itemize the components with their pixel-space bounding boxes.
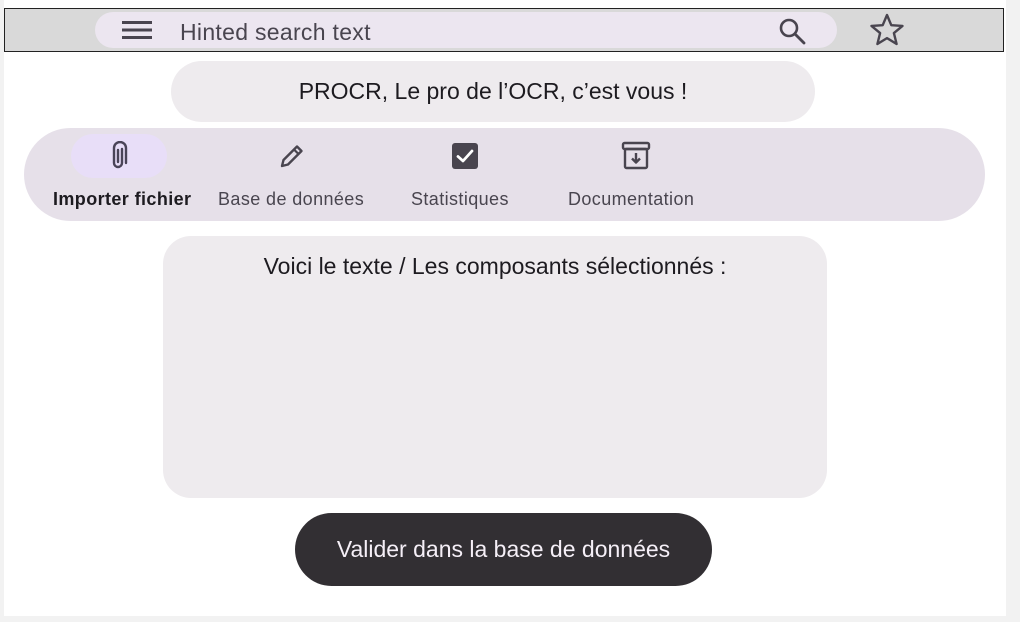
star-icon[interactable] <box>869 12 905 48</box>
nav-icon-container <box>417 134 513 178</box>
nav-active-indicator <box>71 134 167 178</box>
paperclip-icon <box>112 141 128 169</box>
nav-label-importer-fichier: Importer fichier <box>53 189 192 209</box>
app-title: PROCR, Le pro de l’OCR, c’est vous ! <box>171 61 815 122</box>
checkbox-icon <box>452 143 478 169</box>
nav-item-importer-fichier[interactable]: Importer fichier <box>24 128 214 221</box>
validate-button[interactable]: Valider dans la base de données <box>295 513 712 586</box>
top-app-bar: Hinted search text <box>4 8 1004 52</box>
nav-label-base-de-donnees: Base de données <box>218 189 365 209</box>
search-input[interactable]: Hinted search text <box>180 19 371 46</box>
selected-text-panel[interactable]: Voici le texte / Les composants sélectio… <box>163 236 827 498</box>
search-bar[interactable]: Hinted search text <box>95 12 837 48</box>
panel-heading: Voici le texte / Les composants sélectio… <box>263 253 727 279</box>
menu-icon[interactable] <box>122 20 152 40</box>
nav-icon-container <box>588 134 684 178</box>
pencil-icon <box>280 145 303 168</box>
nav-item-statistiques[interactable]: Statistiques <box>394 128 544 221</box>
nav-label-documentation: Documentation <box>568 189 695 209</box>
nav-item-documentation[interactable]: Documentation <box>554 128 724 221</box>
nav-item-base-de-donnees[interactable]: Base de données <box>214 128 384 221</box>
search-icon[interactable] <box>778 17 806 45</box>
archive-icon <box>621 141 651 170</box>
nav-label-statistiques: Statistiques <box>411 189 509 209</box>
nav-icon-container <box>244 134 340 178</box>
navigation-bar: Importer fichier Base de données Statist… <box>24 128 985 221</box>
